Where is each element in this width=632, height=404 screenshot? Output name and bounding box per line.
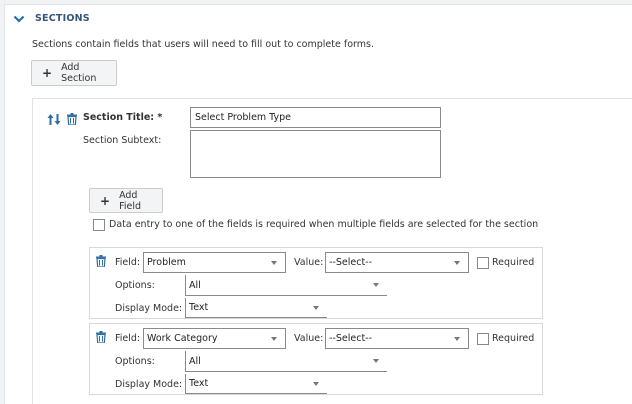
required-checkbox[interactable] — [477, 333, 489, 345]
trash-icon[interactable] — [96, 255, 106, 267]
required-one-checkbox[interactable] — [93, 219, 105, 231]
options-select[interactable]: All — [185, 275, 387, 296]
options-select[interactable]: All — [185, 351, 387, 372]
value-select[interactable]: --Select-- — [325, 328, 469, 349]
field-label: Field: — [115, 257, 141, 268]
value-select[interactable]: --Select-- — [325, 252, 469, 273]
required-label: Required — [492, 257, 535, 268]
sort-arrows-icon[interactable] — [47, 113, 61, 126]
plus-icon: + — [100, 193, 111, 208]
display-mode-select[interactable]: Text — [185, 298, 327, 318]
options-label: Options: — [115, 280, 155, 291]
field-row: Field: Problem Value: --Select-- Require… — [89, 247, 543, 319]
field-select-value: Work Category — [147, 333, 218, 344]
field-select-value: Problem — [147, 257, 186, 268]
required-one-label: Data entry to one of the fields is requi… — [109, 219, 539, 230]
sections-description: Sections contain fields that users will … — [32, 39, 374, 50]
chevron-down-icon — [373, 359, 379, 363]
field-row: Field: Work Category Value: --Select-- R… — [89, 323, 543, 395]
add-field-label: Add Field — [119, 189, 141, 212]
sections-panel: SECTIONS Sections contain fields that us… — [4, 4, 632, 404]
add-section-label: Add Section — [61, 62, 97, 84]
chevron-down-icon — [313, 381, 319, 386]
field-select[interactable]: Work Category — [143, 328, 286, 349]
value-select-value: --Select-- — [329, 257, 373, 268]
section-subtext-label: Section Subtext: — [83, 135, 162, 146]
section-title-label: Section Title: * — [83, 112, 163, 123]
plus-icon: + — [42, 66, 53, 80]
options-select-value: All — [189, 279, 201, 291]
section-card: Section Title: * Select Problem Type Sec… — [32, 98, 632, 404]
display-mode-label: Display Mode: — [115, 303, 183, 314]
sections-header[interactable]: SECTIONS — [13, 13, 90, 24]
section-subtext-textarea[interactable] — [190, 130, 441, 178]
required-checkbox[interactable] — [477, 257, 489, 269]
display-mode-select-value: Text — [189, 302, 209, 313]
page-title: SECTIONS — [35, 13, 90, 24]
chevron-down-icon — [271, 336, 277, 341]
chevron-down-icon — [313, 305, 319, 310]
field-select[interactable]: Problem — [143, 252, 286, 273]
field-label: Field: — [115, 333, 141, 344]
value-select-value: --Select-- — [329, 333, 373, 344]
value-label: Value: — [294, 257, 324, 268]
options-label: Options: — [115, 356, 155, 367]
required-label: Required — [492, 333, 535, 344]
add-section-button[interactable]: + Add Section — [31, 60, 117, 86]
display-mode-select-value: Text — [189, 378, 209, 389]
options-select-value: All — [189, 355, 201, 367]
value-label: Value: — [294, 333, 324, 344]
trash-icon[interactable] — [67, 113, 77, 125]
chevron-down-icon — [454, 336, 460, 341]
chevron-down-icon[interactable] — [13, 14, 25, 24]
display-mode-label: Display Mode: — [115, 379, 183, 390]
chevron-down-icon — [373, 283, 379, 287]
chevron-down-icon — [454, 260, 460, 265]
add-field-button[interactable]: + Add Field — [89, 188, 163, 213]
trash-icon[interactable] — [96, 331, 106, 343]
display-mode-select[interactable]: Text — [185, 374, 327, 394]
section-title-input[interactable]: Select Problem Type — [190, 107, 441, 128]
chevron-down-icon — [271, 260, 277, 265]
